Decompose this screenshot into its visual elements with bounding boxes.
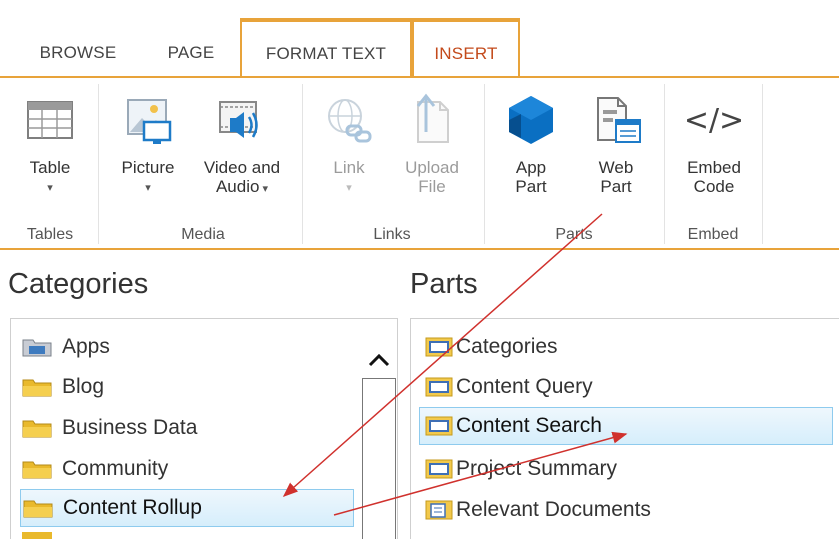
video-audio-dropdown-arrow: ▾ bbox=[259, 183, 269, 195]
embed-code-label-line2: Code bbox=[693, 177, 735, 196]
group-label-media: Media bbox=[181, 226, 225, 243]
web-part-item-icon bbox=[424, 457, 456, 481]
video-audio-icon bbox=[219, 101, 258, 138]
scroll-up-button[interactable] bbox=[362, 344, 396, 376]
upload-file-label-line2: File bbox=[418, 177, 446, 196]
link-icon bbox=[328, 99, 372, 143]
folder-icon bbox=[23, 498, 53, 518]
app-part-icon bbox=[509, 96, 553, 144]
folder-icon bbox=[22, 532, 52, 539]
embed-code-button[interactable]: </> Embed Code bbox=[674, 84, 754, 220]
chevron-up-icon bbox=[368, 353, 390, 367]
upload-file-button[interactable]: Upload File bbox=[392, 84, 472, 220]
part-label: Categories bbox=[456, 335, 558, 358]
category-label: Community bbox=[62, 457, 169, 480]
tab-format-text[interactable]: FORMAT TEXT bbox=[240, 18, 412, 78]
web-part-label-line2: Part bbox=[600, 177, 632, 196]
category-label: Apps bbox=[62, 335, 110, 358]
document-part-icon bbox=[424, 498, 456, 522]
insert-ribbon: Table ▾ Picture ▾ Video and Audio ▾ Link… bbox=[0, 78, 839, 250]
tab-insert[interactable]: INSERT bbox=[412, 18, 520, 78]
app-part-label-line2: Part bbox=[515, 177, 547, 196]
app-part-button[interactable]: App Part bbox=[496, 84, 566, 220]
picture-icon bbox=[127, 99, 172, 144]
categories-heading: Categories bbox=[8, 268, 149, 300]
group-separator bbox=[762, 84, 763, 244]
group-separator bbox=[664, 84, 665, 244]
web-part-button[interactable]: Web Part bbox=[578, 84, 654, 220]
categories-scrollbar[interactable] bbox=[362, 378, 396, 539]
part-item-project-summary[interactable]: Project Summary bbox=[424, 450, 617, 488]
group-separator bbox=[484, 84, 485, 244]
part-item-relevant-documents[interactable]: Relevant Documents bbox=[424, 491, 651, 529]
category-label: Business Data bbox=[62, 416, 198, 439]
video-audio-label-line1: Video and bbox=[203, 158, 281, 177]
link-dropdown-arrow: ▾ bbox=[346, 182, 352, 194]
part-label: Project Summary bbox=[456, 457, 618, 480]
table-button[interactable]: Table ▾ bbox=[12, 84, 88, 220]
part-label: Content Search bbox=[456, 414, 602, 437]
picture-dropdown-arrow: ▾ bbox=[145, 182, 151, 194]
category-item-content-rollup[interactable]: Content Rollup bbox=[20, 489, 354, 527]
category-item-apps[interactable]: Apps bbox=[22, 328, 110, 366]
part-item-categories[interactable]: Categories bbox=[424, 328, 558, 366]
table-dropdown-arrow: ▾ bbox=[47, 182, 53, 194]
link-label: Link bbox=[333, 158, 365, 177]
parts-heading: Parts bbox=[410, 268, 478, 300]
ribbon-tab-bar: BROWSE PAGE FORMAT TEXT INSERT bbox=[0, 0, 839, 78]
web-part-item-icon bbox=[424, 375, 456, 399]
ribbon-bottom-border bbox=[0, 248, 839, 250]
group-label-embed: Embed bbox=[687, 226, 739, 243]
category-item-blog[interactable]: Blog bbox=[22, 368, 104, 406]
part-item-content-query[interactable]: Content Query bbox=[424, 368, 593, 406]
group-separator bbox=[98, 84, 99, 244]
category-item-business-data[interactable]: Business Data bbox=[22, 409, 197, 447]
picture-label: Picture bbox=[121, 158, 175, 177]
folder-icon bbox=[22, 459, 52, 479]
web-part-item-icon bbox=[424, 335, 456, 359]
group-label-parts: Parts bbox=[555, 226, 593, 243]
table-icon bbox=[27, 101, 73, 139]
web-part-label-line1: Web bbox=[598, 158, 634, 177]
tab-page[interactable]: PAGE bbox=[148, 28, 234, 78]
group-separator bbox=[302, 84, 303, 244]
category-label: Content Rollup bbox=[63, 496, 202, 519]
picture-button[interactable]: Picture ▾ bbox=[112, 84, 184, 220]
part-label: Content Query bbox=[456, 375, 593, 398]
app-part-label-line1: App bbox=[515, 158, 547, 177]
embed-code-icon: </> bbox=[683, 102, 745, 138]
upload-file-icon bbox=[416, 93, 449, 143]
tab-browse[interactable]: BROWSE bbox=[18, 28, 138, 78]
embed-code-label-line1: Embed bbox=[687, 158, 741, 177]
upload-file-label-line1: Upload bbox=[405, 158, 459, 177]
part-item-content-search[interactable]: Content Search bbox=[419, 407, 833, 445]
video-audio-label-line2: Audio ▾ bbox=[215, 177, 269, 196]
table-label: Table bbox=[29, 158, 71, 177]
link-button[interactable]: Link ▾ bbox=[314, 84, 384, 220]
video-audio-button[interactable]: Video and Audio ▾ bbox=[190, 84, 294, 220]
group-label-links: Links bbox=[373, 226, 411, 243]
folder-icon bbox=[22, 418, 52, 438]
web-part-item-icon bbox=[424, 414, 456, 438]
category-label: Blog bbox=[62, 375, 105, 398]
part-label: Relevant Documents bbox=[456, 498, 651, 521]
web-part-icon bbox=[597, 97, 641, 143]
group-label-tables: Tables bbox=[26, 226, 74, 243]
folder-icon bbox=[22, 377, 52, 397]
category-item-community[interactable]: Community bbox=[22, 450, 168, 488]
apps-folder-icon bbox=[22, 337, 52, 357]
